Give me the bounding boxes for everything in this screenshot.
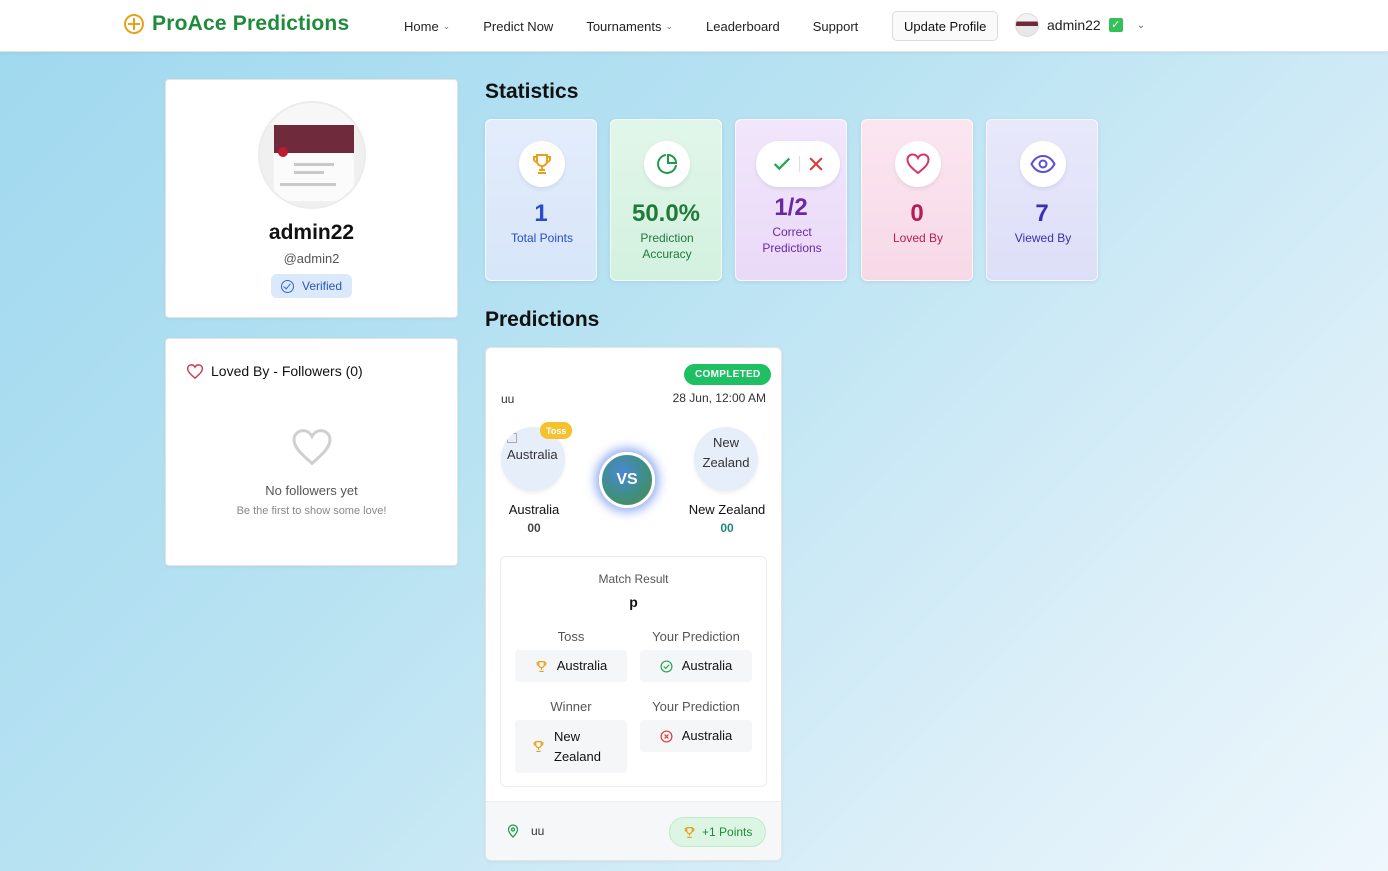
stat-value: 1/2	[774, 194, 808, 221]
nav-item-label: Leaderboard	[706, 18, 780, 34]
empty-state-title: No followers yet	[265, 483, 358, 498]
plus-circle-icon	[124, 14, 144, 34]
stat-label: Total Points	[510, 231, 574, 245]
stat-value: 1	[534, 200, 548, 227]
points-value: +1 Points	[702, 825, 753, 839]
team2-name: New Zealand	[688, 502, 766, 517]
toss-prediction-value: Australia	[681, 658, 733, 673]
user-menu[interactable]: admin22 ✓ ⌄	[1015, 13, 1145, 37]
points-badge: +1 Points	[669, 817, 767, 847]
venue: uu	[507, 824, 544, 838]
team1-score: 00	[527, 521, 541, 535]
stat-value: 50.0%	[631, 200, 701, 227]
team2-score: 00	[720, 521, 734, 535]
chevron-down-icon: ⌄	[665, 20, 674, 31]
toss-label: Toss	[557, 629, 585, 644]
stat-card-correct-predictions: 1/2 Correct Predictions	[735, 119, 847, 281]
stat-label: Prediction Accuracy	[640, 231, 694, 261]
status-badge: COMPLETED	[684, 364, 772, 385]
check-circle-icon	[660, 659, 673, 673]
winner-prediction-label: Your Prediction	[652, 699, 740, 714]
profile-handle: @admin2	[283, 251, 340, 266]
stat-label: Viewed By	[1014, 231, 1072, 245]
statistics-title: Statistics	[485, 80, 579, 103]
nav-item-label: Predict Now	[483, 18, 554, 34]
toss-prediction-chip: Australia	[640, 650, 752, 682]
team2-logo: New Zealand	[694, 427, 758, 491]
nav-item-label: Home	[404, 18, 439, 34]
match-result-box: Match Result p Toss Your Prediction Aust…	[500, 556, 767, 787]
nav-item-label: Support	[812, 18, 859, 34]
map-pin-icon	[507, 824, 519, 838]
profile-avatar	[258, 101, 366, 209]
chevron-down-icon: ⌄	[442, 20, 451, 31]
trophy-icon	[533, 741, 544, 752]
chevron-down-icon: ⌄	[1136, 19, 1146, 31]
brand-name: ProAce Predictions	[152, 12, 350, 35]
prediction-footer: uu +1 Points	[486, 801, 781, 860]
venue-name: uu	[531, 824, 545, 838]
pie-chart-icon	[644, 141, 690, 187]
stat-card-loved-by: 0 Loved By	[861, 119, 973, 281]
verified-badge-label: Verified	[302, 279, 343, 293]
match-result-label: Match Result	[598, 572, 669, 586]
match-date: 28 Jun, 12:00 AM	[672, 391, 766, 405]
heart-icon	[895, 141, 941, 187]
profile-name: admin22	[268, 221, 355, 244]
toss-prediction-label: Your Prediction	[652, 629, 740, 644]
check-circle-icon	[281, 279, 294, 293]
update-profile-button[interactable]: Update Profile	[892, 11, 999, 41]
x-circle-icon	[660, 729, 673, 743]
nav-item-support[interactable]: Support	[813, 19, 859, 34]
winner-result-value: New Zealand	[554, 728, 601, 764]
winner-result-chip: New Zealand	[515, 720, 627, 773]
profile-card: admin22 @admin2 Verified	[165, 79, 458, 318]
nav-menu: Home ⌄ Predict Now Tournaments ⌄ Leaderb…	[404, 0, 891, 52]
stat-card-viewed-by: 7 Viewed By	[986, 119, 1098, 281]
team2-logo-alt: New Zealand	[702, 435, 750, 470]
nav-item-predict-now[interactable]: Predict Now	[483, 19, 553, 34]
verified-check-icon: ✓	[1108, 18, 1123, 32]
winner-label: Winner	[550, 699, 592, 714]
followers-title: Loved By - Followers (0)	[211, 363, 363, 379]
followers-header: Loved By - Followers (0)	[187, 363, 363, 379]
brand-logo[interactable]: ProAce Predictions	[124, 12, 349, 36]
nav-item-label: Tournaments	[586, 18, 662, 34]
check-cross-icon	[756, 141, 840, 187]
toss-result-chip: Australia	[515, 650, 627, 682]
avatar	[1015, 13, 1039, 37]
stat-label: Loved By	[892, 231, 944, 245]
trophy-icon	[684, 826, 695, 838]
winner-prediction-value: Australia	[681, 728, 733, 743]
stat-card-accuracy: 50.0% Prediction Accuracy	[610, 119, 722, 281]
stat-value: 7	[1035, 200, 1049, 227]
heart-icon	[187, 363, 203, 379]
followers-card: Loved By - Followers (0) No followers ye…	[165, 338, 458, 566]
prediction-card[interactable]: COMPLETED uu 28 Jun, 12:00 AM Australia …	[485, 347, 782, 861]
winner-prediction-chip: Australia	[640, 720, 752, 752]
vs-badge: VS	[599, 452, 655, 508]
toss-result-value: Australia	[556, 658, 608, 673]
user-name: admin22	[1047, 17, 1101, 33]
predictions-title: Predictions	[485, 308, 600, 331]
league-name: uu	[501, 392, 515, 406]
nav-item-leaderboard[interactable]: Leaderboard	[706, 19, 780, 34]
stat-value: 0	[910, 200, 924, 227]
trophy-icon	[519, 141, 565, 187]
eye-icon	[1020, 141, 1066, 187]
trophy-icon	[536, 660, 547, 672]
top-navbar: ProAce Predictions Home ⌄ Predict Now To…	[0, 0, 1388, 52]
stat-card-total-points: 1 Total Points	[485, 119, 597, 281]
match-result-value: p	[629, 594, 638, 610]
toss-tag: Toss	[540, 422, 573, 439]
team1-name: Australia	[508, 502, 560, 517]
team1-logo-alt: Australia	[507, 447, 558, 462]
empty-state-subtitle: Be the first to show some love!	[236, 505, 387, 517]
verified-badge: Verified	[271, 274, 353, 298]
nav-item-home[interactable]: Home ⌄	[404, 19, 450, 34]
stat-label: Correct Predictions	[762, 225, 822, 255]
empty-heart-icon	[166, 429, 457, 470]
nav-item-tournaments[interactable]: Tournaments ⌄	[586, 19, 673, 34]
